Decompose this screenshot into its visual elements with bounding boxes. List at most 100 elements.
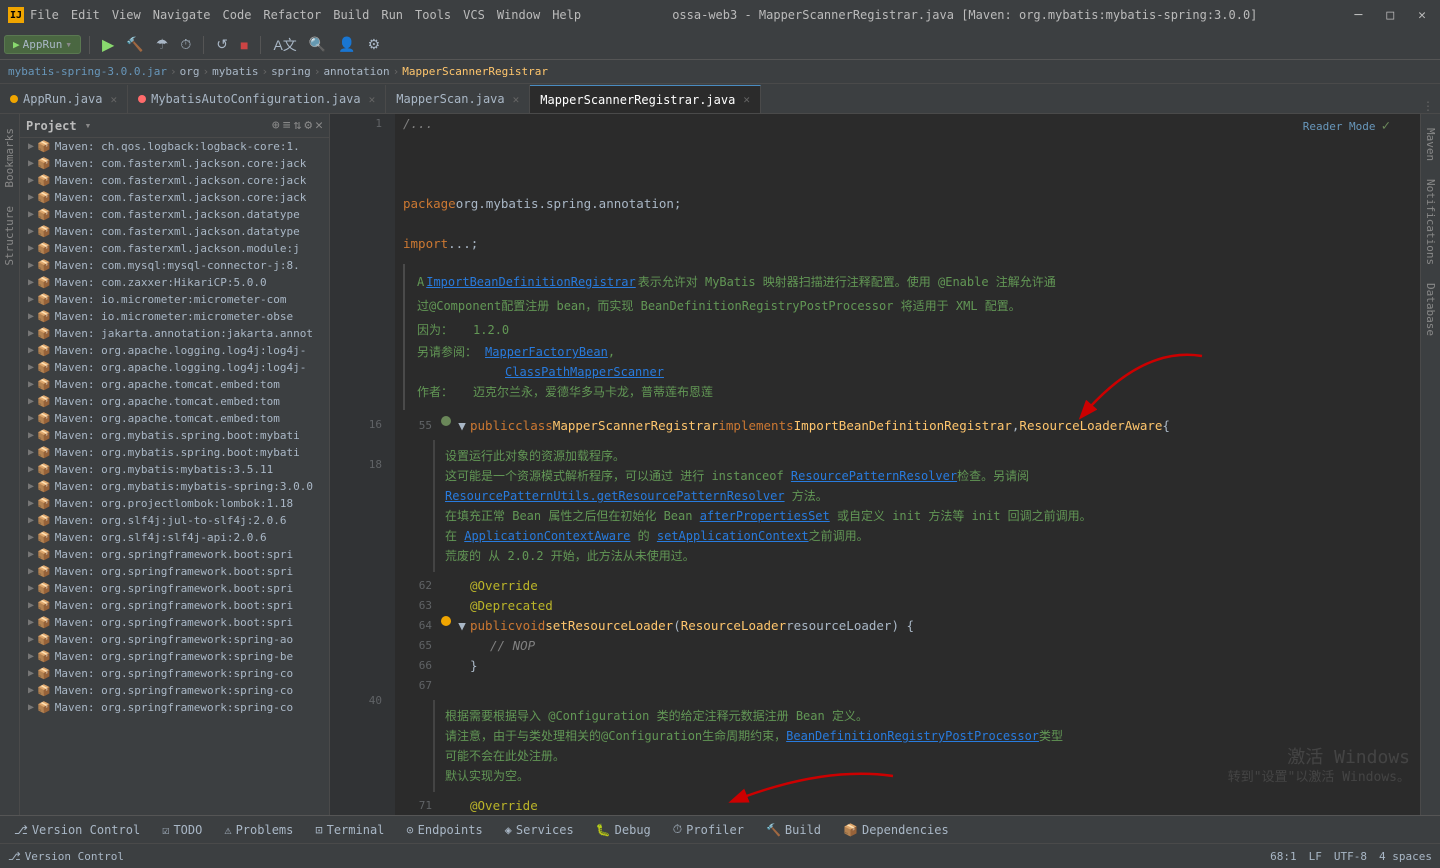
menu-run[interactable]: Run (381, 8, 403, 22)
status-line-ending[interactable]: LF (1309, 850, 1322, 863)
project-icon-close[interactable]: ✕ (315, 118, 323, 133)
tree-item-13[interactable]: ▶ 📦 Maven: org.apache.logging.log4j:log4… (20, 359, 329, 376)
tree-item-25[interactable]: ▶ 📦 Maven: org.springframework.boot:spri (20, 563, 329, 580)
tab-apprun[interactable]: AppRun.java ✕ (0, 85, 128, 113)
project-icon-sort[interactable]: ≡ (283, 118, 291, 133)
menu-code[interactable]: Code (223, 8, 252, 22)
run-config-dropdown-icon[interactable]: ▾ (65, 38, 72, 51)
tree-item-23[interactable]: ▶ 📦 Maven: org.slf4j:slf4j-api:2.0.6 (20, 529, 329, 546)
reader-mode-label[interactable]: Reader Mode (1303, 120, 1376, 133)
javadoc-link-9[interactable]: BeanDefinitionRegistryPostProcessor (786, 729, 1039, 743)
menu-build[interactable]: Build (333, 8, 369, 22)
javadoc-link-7[interactable]: ApplicationContextAware (464, 529, 630, 543)
status-encoding[interactable]: UTF-8 (1334, 850, 1367, 863)
tree-item-33[interactable]: ▶ 📦 Maven: org.springframework:spring-co (20, 699, 329, 716)
translate-button[interactable]: A文 (269, 33, 300, 57)
bottom-tab-todo[interactable]: ☑ TODO (152, 818, 212, 842)
tree-item-32[interactable]: ▶ 📦 Maven: org.springframework:spring-co (20, 682, 329, 699)
tab-close-mapperscannregistrar[interactable]: ✕ (743, 93, 750, 106)
menu-vcs[interactable]: VCS (463, 8, 485, 22)
gutter-icon-64-fold[interactable]: ▼ (454, 616, 470, 636)
javadoc-link-4[interactable]: ResourcePatternResolver (791, 469, 957, 483)
menu-view[interactable]: View (112, 8, 141, 22)
tree-item-12[interactable]: ▶ 📦 Maven: org.apache.logging.log4j:log4… (20, 342, 329, 359)
maximize-button[interactable]: □ (1380, 6, 1400, 25)
tab-mapperscannregistrar[interactable]: MapperScannerRegistrar.java ✕ (530, 85, 761, 113)
tree-item-2[interactable]: ▶ 📦 Maven: com.fasterxml.jackson.core:ja… (20, 172, 329, 189)
status-indent[interactable]: 4 spaces (1379, 850, 1432, 863)
notifications-sidebar-button[interactable]: Notifications (1422, 175, 1439, 269)
tree-item-11[interactable]: ▶ 📦 Maven: jakarta.annotation:jakarta.an… (20, 325, 329, 342)
tab-close-mapperscan[interactable]: ✕ (513, 93, 520, 106)
tree-item-24[interactable]: ▶ 📦 Maven: org.springframework.boot:spri (20, 546, 329, 563)
tab-mybatisauto[interactable]: MybatisAutoConfiguration.java ✕ (128, 85, 386, 113)
tree-item-18[interactable]: ▶ 📦 Maven: org.mybatis.spring.boot:mybat… (20, 444, 329, 461)
project-icon-expand[interactable]: ⇅ (294, 118, 302, 133)
search-button[interactable]: 🔍 (305, 34, 330, 55)
minimize-button[interactable]: ─ (1349, 6, 1369, 25)
menu-help[interactable]: Help (552, 8, 581, 22)
profiler-button[interactable]: ⏱ (176, 34, 195, 55)
menu-edit[interactable]: Edit (71, 8, 100, 22)
bookmarks-strip[interactable]: Bookmarks (1, 124, 18, 192)
breadcrumb-spring[interactable]: spring (271, 65, 311, 78)
menu-refactor[interactable]: Refactor (263, 8, 321, 22)
tree-item-8[interactable]: ▶ 📦 Maven: com.zaxxer:HikariCP:5.0.0 (20, 274, 329, 291)
build-button[interactable]: 🔨 (122, 34, 147, 55)
tree-item-16[interactable]: ▶ 📦 Maven: org.apache.tomcat.embed:tom (20, 410, 329, 427)
tab-close-apprun[interactable]: ✕ (110, 93, 117, 106)
tree-item-21[interactable]: ▶ 📦 Maven: org.projectlombok:lombok:1.18 (20, 495, 329, 512)
status-git[interactable]: ⎇ Version Control (8, 850, 124, 863)
javadoc-link-8[interactable]: setApplicationContext (657, 529, 809, 543)
bottom-tab-debug[interactable]: 🐛 Debug (586, 818, 661, 842)
run-config-selector[interactable]: ▶ AppRun ▾ (4, 35, 81, 54)
stop-button[interactable]: ■ (236, 35, 252, 55)
breadcrumb-annotation[interactable]: annotation (323, 65, 389, 78)
tree-item-31[interactable]: ▶ 📦 Maven: org.springframework:spring-co (20, 665, 329, 682)
tree-item-30[interactable]: ▶ 📦 Maven: org.springframework:spring-be (20, 648, 329, 665)
breadcrumb-jar[interactable]: mybatis-spring-3.0.0.jar (8, 65, 167, 78)
javadoc-link-5[interactable]: ResourcePatternUtils.getResourcePatternR… (445, 489, 785, 503)
coverage-button[interactable]: ☂ (152, 34, 173, 55)
bottom-tab-terminal[interactable]: ⊡ Terminal (305, 818, 394, 842)
bottom-tab-dependencies[interactable]: 📦 Dependencies (833, 818, 959, 842)
tree-item-0[interactable]: ▶ 📦 Maven: ch.qos.logback:logback-core:1… (20, 138, 329, 155)
tree-item-6[interactable]: ▶ 📦 Maven: com.fasterxml.jackson.module:… (20, 240, 329, 257)
tree-item-7[interactable]: ▶ 📦 Maven: com.mysql:mysql-connector-j:8… (20, 257, 329, 274)
tree-item-29[interactable]: ▶ 📦 Maven: org.springframework:spring-ao (20, 631, 329, 648)
status-position[interactable]: 68:1 (1270, 850, 1297, 863)
breadcrumb-mybatis[interactable]: mybatis (212, 65, 258, 78)
tree-item-26[interactable]: ▶ 📦 Maven: org.springframework.boot:spri (20, 580, 329, 597)
tree-item-22[interactable]: ▶ 📦 Maven: org.slf4j:jul-to-slf4j:2.0.6 (20, 512, 329, 529)
tree-item-27[interactable]: ▶ 📦 Maven: org.springframework.boot:spri (20, 597, 329, 614)
bottom-tab-profiler[interactable]: ⏱ Profiler (663, 818, 754, 842)
bottom-tab-endpoints[interactable]: ⊙ Endpoints (396, 818, 492, 842)
menu-navigate[interactable]: Navigate (153, 8, 211, 22)
gutter-icon-55-fold[interactable]: ▼ (454, 416, 470, 436)
project-icon-locate[interactable]: ⊕ (272, 118, 280, 133)
database-sidebar-button[interactable]: Database (1422, 279, 1439, 340)
run-button[interactable]: ▶ (98, 33, 118, 57)
project-icon-settings[interactable]: ⚙ (304, 118, 312, 133)
update-button[interactable]: ↺ (212, 34, 232, 55)
tree-item-14[interactable]: ▶ 📦 Maven: org.apache.tomcat.embed:tom (20, 376, 329, 393)
project-panel-dropdown[interactable]: ▾ (85, 119, 92, 132)
tabs-menu-button[interactable]: ⋮ (1416, 99, 1440, 113)
editor-content[interactable]: Reader Mode ✓ 1 (330, 114, 1420, 815)
maven-sidebar-button[interactable]: Maven (1422, 124, 1439, 165)
code-text-area[interactable]: /... package org.mybatis.spring.annotati… (395, 114, 1420, 815)
structure-strip[interactable]: Structure (1, 202, 18, 270)
javadoc-link-6[interactable]: afterPropertiesSet (700, 509, 830, 523)
bottom-tab-problems[interactable]: ⚠ Problems (214, 818, 303, 842)
tree-item-20[interactable]: ▶ 📦 Maven: org.mybatis:mybatis-spring:3.… (20, 478, 329, 495)
tree-item-1[interactable]: ▶ 📦 Maven: com.fasterxml.jackson.core:ja… (20, 155, 329, 172)
close-button[interactable]: ✕ (1412, 6, 1432, 25)
tree-item-15[interactable]: ▶ 📦 Maven: org.apache.tomcat.embed:tom (20, 393, 329, 410)
menu-window[interactable]: Window (497, 8, 540, 22)
breadcrumb-org[interactable]: org (180, 65, 200, 78)
javadoc-link-2[interactable]: MapperFactoryBean (485, 345, 608, 359)
tree-item-5[interactable]: ▶ 📦 Maven: com.fasterxml.jackson.datatyp… (20, 223, 329, 240)
menu-tools[interactable]: Tools (415, 8, 451, 22)
breadcrumb-class[interactable]: MapperScannerRegistrar (402, 65, 548, 78)
javadoc-link-1[interactable]: ImportBeanDefinitionRegistrar (426, 272, 636, 292)
